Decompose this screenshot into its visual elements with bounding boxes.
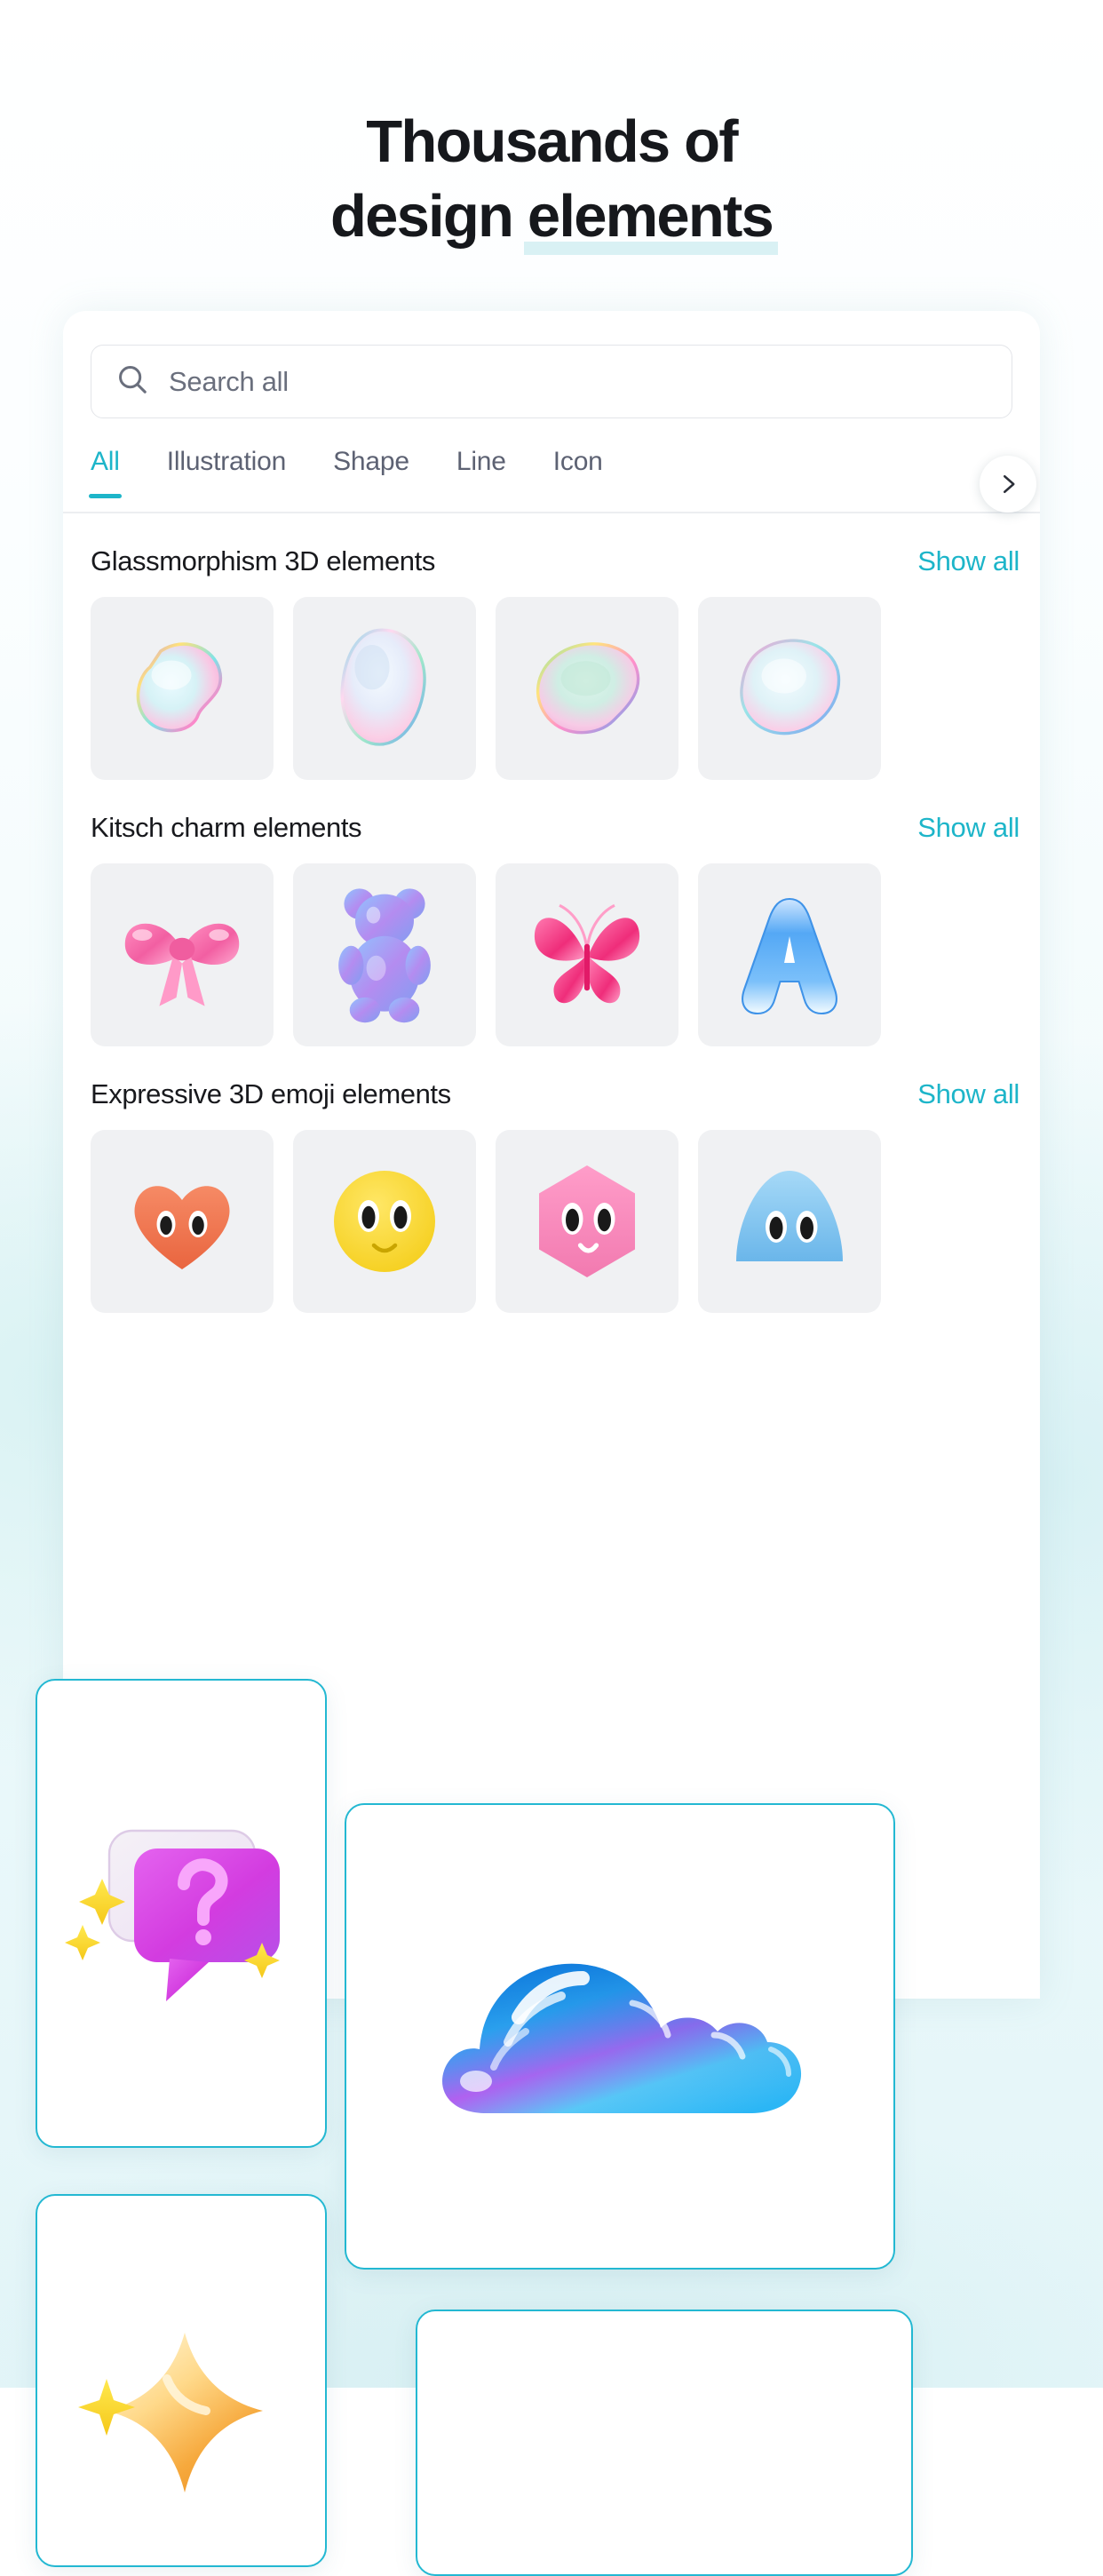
section-header: Expressive 3D emoji elements Show all: [63, 1078, 1040, 1110]
headline-highlight-text: elements: [527, 183, 774, 250]
feature-card-gradient-cloud[interactable]: [345, 1803, 895, 2270]
show-all-link[interactable]: Show all: [917, 545, 1020, 577]
thumbnail-orange-fuzzy-heart[interactable]: [91, 1130, 274, 1313]
tab-icon[interactable]: Icon: [553, 447, 603, 497]
headline-highlighted-word: elements: [523, 179, 778, 255]
category-tabs: All Illustration Shape Line Icon: [63, 447, 1040, 513]
thumbnail-pink-fuzzy-hexagon-face[interactable]: [496, 1130, 678, 1313]
thumbnail-row: [63, 577, 1040, 780]
thumbnail-iridescent-blob-2[interactable]: [293, 597, 476, 780]
gradient-cloud-icon: [442, 1963, 802, 2113]
yellow-star-icon: [78, 2332, 263, 2493]
section-expressive-emoji: Expressive 3D emoji elements Show all: [63, 1078, 1040, 1313]
question-speech-bubble-icon: [65, 1829, 280, 2001]
thumbnail-iridescent-blob-1[interactable]: [91, 597, 274, 780]
feature-card-question-speech-bubble[interactable]: [36, 1679, 327, 2148]
tab-shape[interactable]: Shape: [333, 447, 409, 497]
section-title: Kitsch charm elements: [91, 812, 362, 843]
chevron-right-icon[interactable]: [980, 456, 1036, 513]
section-header: Kitsch charm elements Show all: [63, 812, 1040, 844]
thumbnail-blue-letter-a[interactable]: [698, 863, 881, 1046]
section-glassmorphism: Glassmorphism 3D elements Show all: [63, 545, 1040, 780]
search-input[interactable]: Search all: [91, 345, 1012, 418]
thumbnail-iridescent-blob-3[interactable]: [496, 597, 678, 780]
section-title: Glassmorphism 3D elements: [91, 545, 435, 576]
page-title: Thousands of design elements: [0, 105, 1103, 255]
headline-line-2: design elements: [0, 179, 1103, 255]
search-placeholder-text: Search all: [169, 365, 289, 397]
tab-all[interactable]: All: [89, 447, 122, 498]
thumbnail-blue-fuzzy-dome-face[interactable]: [698, 1130, 881, 1313]
headline-prefix: design: [329, 183, 528, 250]
section-kitsch-charm: Kitsch charm elements Show all: [63, 812, 1040, 1046]
thumbnail-iridescent-blob-4[interactable]: [698, 597, 881, 780]
section-title: Expressive 3D emoji elements: [91, 1078, 451, 1109]
section-header: Glassmorphism 3D elements Show all: [63, 545, 1040, 577]
thumbnail-gummy-bear[interactable]: [293, 863, 476, 1046]
feature-card-yellow-star[interactable]: [36, 2194, 327, 2567]
thumbnail-pink-butterfly[interactable]: [496, 863, 678, 1046]
thumbnail-row: [63, 844, 1040, 1046]
thumbnail-yellow-fuzzy-face[interactable]: [293, 1130, 476, 1313]
headline-line-1: Thousands of: [366, 108, 738, 175]
tab-illustration[interactable]: Illustration: [167, 447, 287, 497]
show-all-link[interactable]: Show all: [917, 1078, 1020, 1110]
thumbnail-row: [63, 1110, 1040, 1313]
search-icon: [115, 362, 149, 401]
thumbnail-pink-bow[interactable]: [91, 863, 274, 1046]
tab-line[interactable]: Line: [456, 447, 506, 497]
show-all-link[interactable]: Show all: [917, 812, 1020, 844]
feature-card-partial[interactable]: [416, 2310, 913, 2576]
